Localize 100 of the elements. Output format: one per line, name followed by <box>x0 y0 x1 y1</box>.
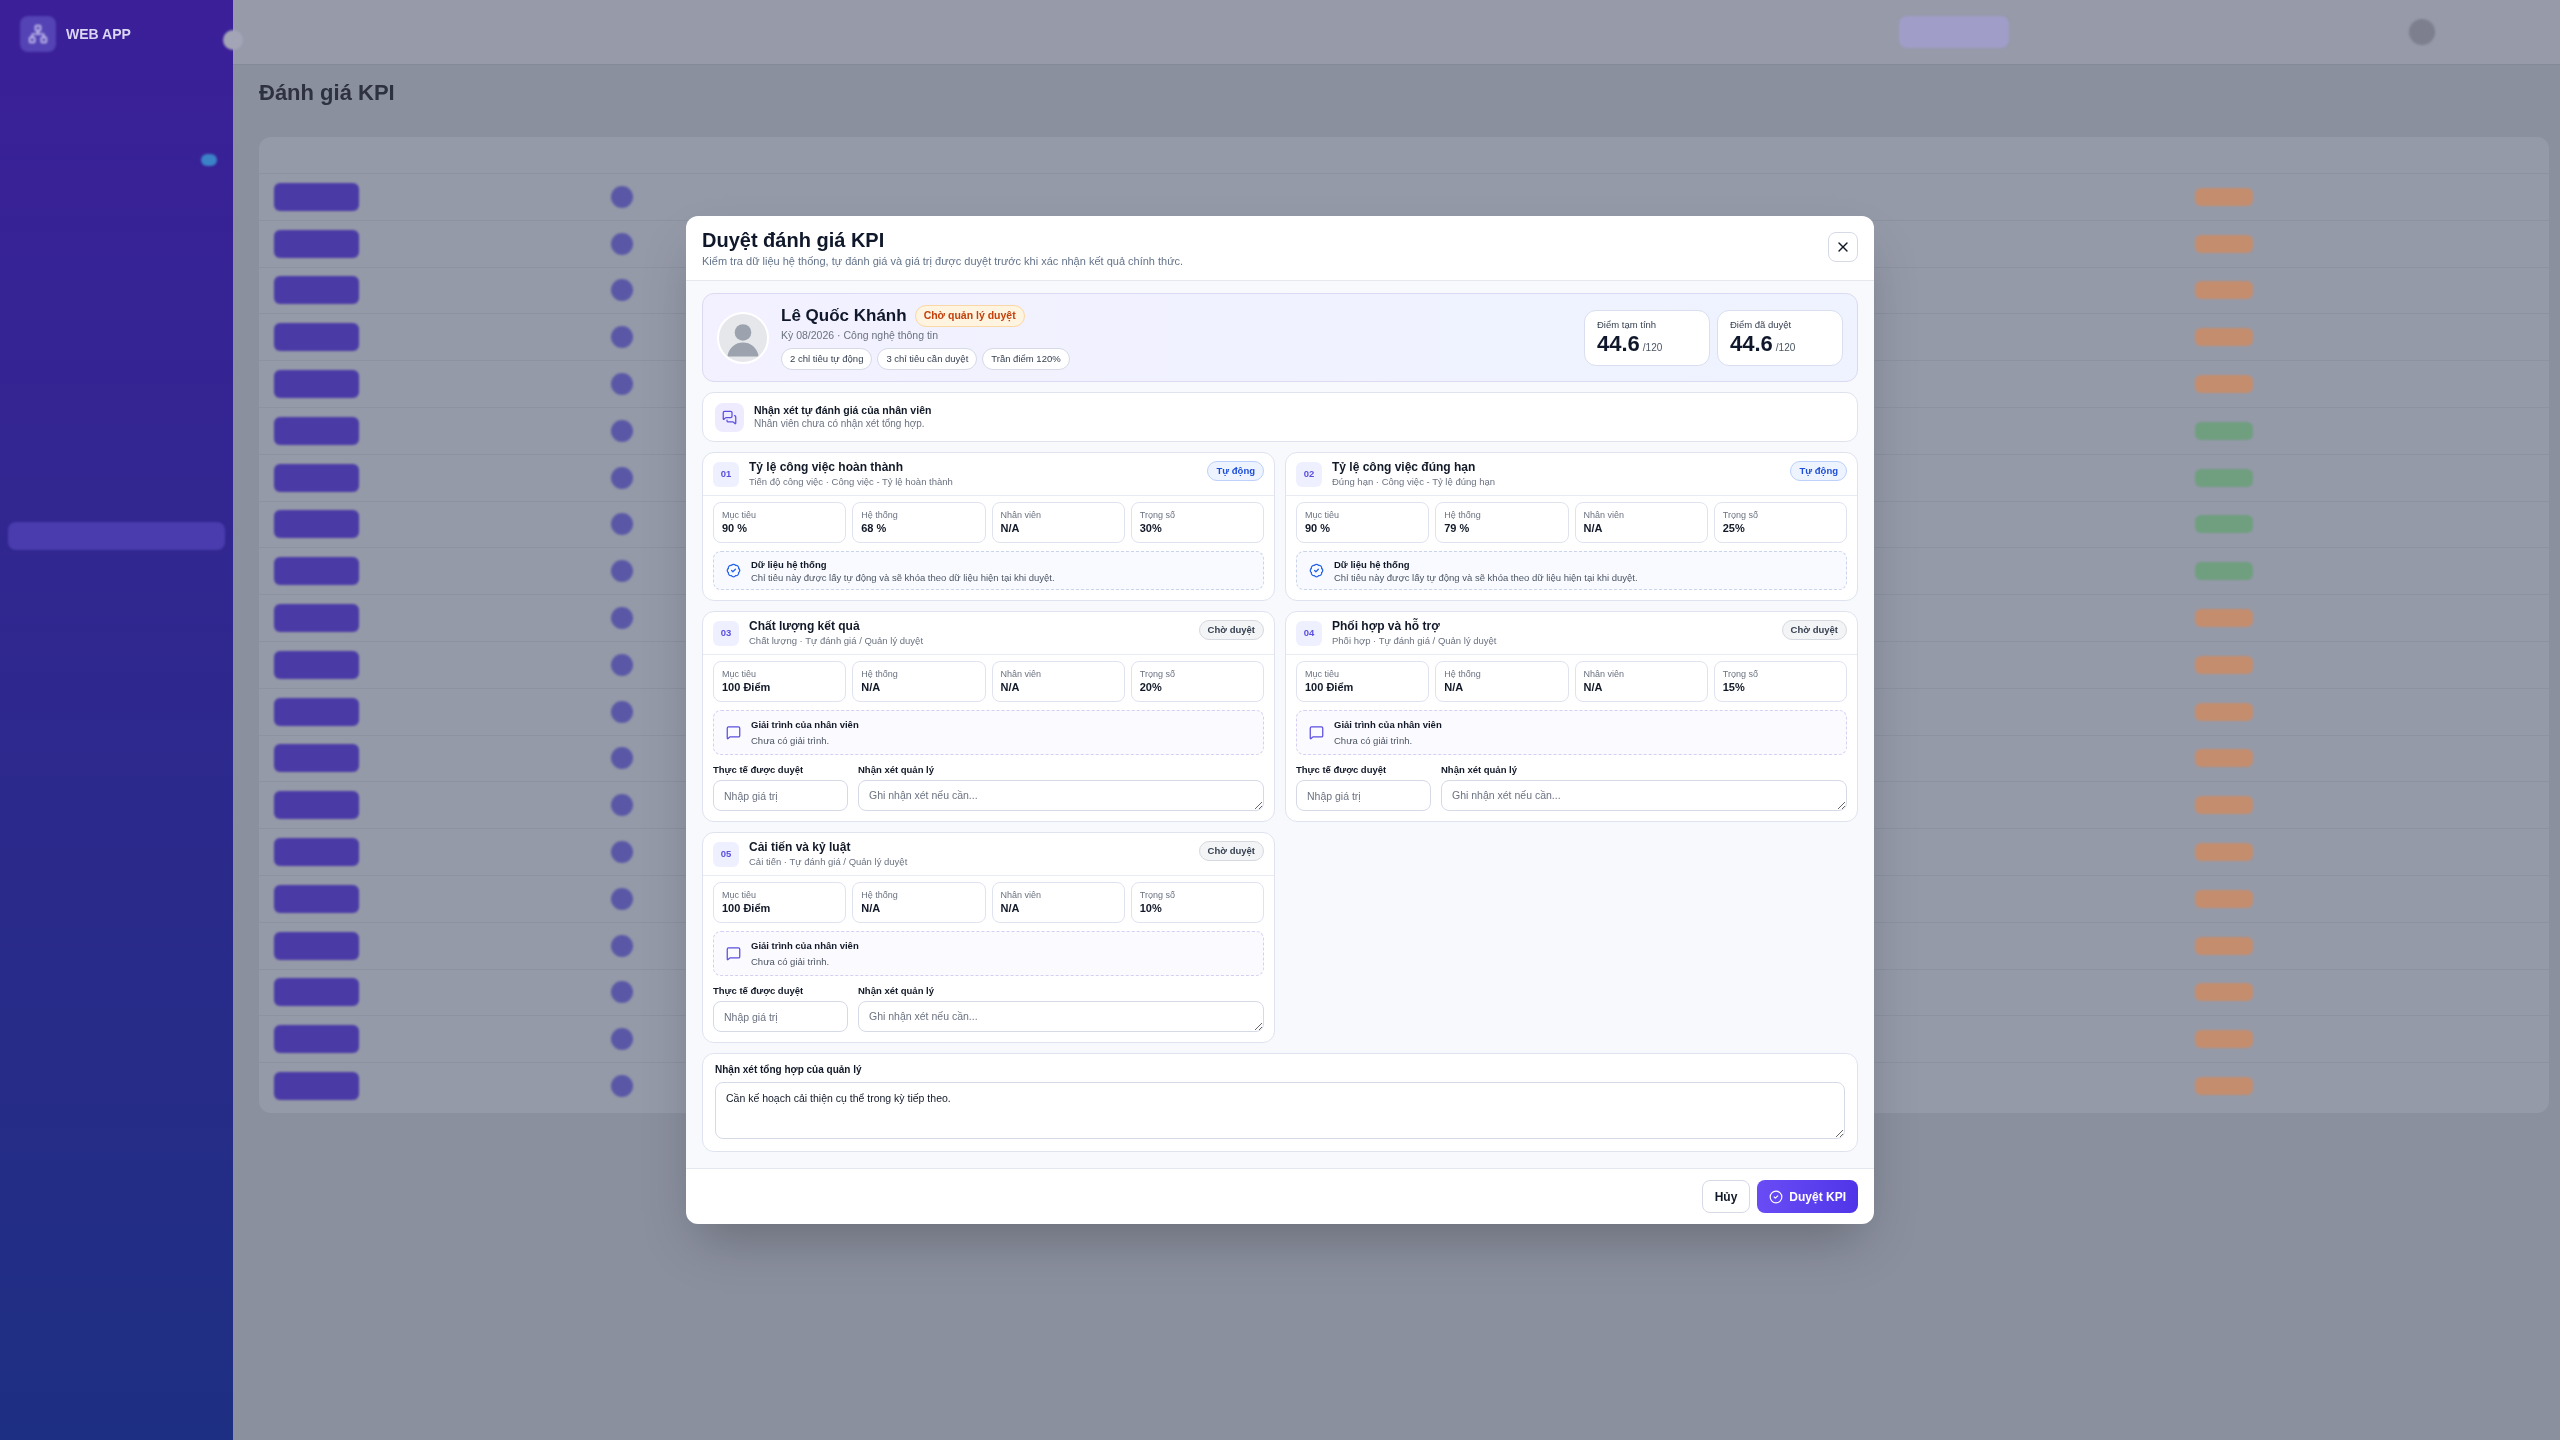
note-title: Giải trình của nhân viên <box>751 939 859 952</box>
row-action-button[interactable] <box>274 744 359 773</box>
kpi-source: Cải tiến · Tự đánh giá / Quản lý duyệt <box>749 855 909 868</box>
avatar-icon <box>611 887 633 910</box>
avatar-icon <box>611 560 633 583</box>
stat-value: N/A <box>1000 521 1021 536</box>
kpi-source: Phối hợp · Tự đánh giá / Quản lý duyệt <box>1332 634 1498 647</box>
manager-comment-field[interactable]: Ghi nhận xét nếu cần... <box>858 780 1264 811</box>
manager-comment-field[interactable]: Ghi nhận xét nếu cần... <box>858 1001 1264 1032</box>
approved-value-input[interactable]: Nhập giá trị <box>713 1001 848 1032</box>
stat-label: Trọng số <box>1722 668 1759 680</box>
stat-label: Hệ thống <box>1444 668 1482 680</box>
badge-check-icon <box>726 563 741 578</box>
stat-label: Mục tiêu <box>722 668 757 680</box>
row-action-button[interactable] <box>274 978 359 1007</box>
row-action-button[interactable] <box>274 276 359 305</box>
pending-badge: Chờ duyệt <box>1198 841 1264 862</box>
stat-value: N/A <box>1000 680 1021 695</box>
kpi-source: Tiến độ công việc · Công việc - Tỷ lệ hoàn thành <box>749 475 954 488</box>
active-nav-highlight[interactable] <box>8 522 225 550</box>
avatar-icon <box>611 1028 633 1051</box>
approve-button[interactable]: Duyệt KPI <box>1757 1180 1858 1213</box>
kpi-number: 02 <box>1296 461 1322 487</box>
row-action-button[interactable] <box>274 791 359 820</box>
row-action-button[interactable] <box>274 838 359 867</box>
row-action-button[interactable] <box>274 604 359 633</box>
close-button[interactable] <box>1828 232 1858 262</box>
avatar-icon <box>611 841 633 864</box>
logo-icon <box>20 16 56 52</box>
score-max: /120 <box>1775 341 1796 355</box>
field-label: Thực tế được duyệt <box>1296 763 1388 776</box>
avatar-icon <box>611 700 633 723</box>
row-action-button[interactable] <box>274 557 359 586</box>
row-action-button[interactable] <box>274 323 359 352</box>
avatar-icon <box>611 653 633 676</box>
dialog-title: Duyệt đánh giá KPI <box>702 228 886 252</box>
kpi-number: 01 <box>713 461 739 487</box>
stat-value: 79 % <box>1444 521 1471 536</box>
kpi-source: Chất lượng · Tự đánh giá / Quản lý duyệt <box>749 634 925 647</box>
row-action-button[interactable] <box>274 650 359 679</box>
stat-value: 10% <box>1139 901 1163 916</box>
dialog-subtitle: Kiểm tra dữ liệu hệ thống, tự đánh giá và giá trị được duyệt trước khi xác nhận kết quả chính thức. <box>702 254 1184 269</box>
summary-label: Nhận xét tổng hợp của quản lý <box>715 1063 863 1076</box>
approved-value-input[interactable]: Nhập giá trị <box>713 780 848 811</box>
row-action-button[interactable] <box>274 1025 359 1054</box>
cancel-button[interactable]: Hủy <box>1701 1180 1751 1213</box>
manager-comment-field[interactable]: Ghi nhận xét nếu cần... <box>1441 780 1847 811</box>
status-badge: Chờ quản lý duyệt <box>914 305 1025 327</box>
page-title: Đánh giá KPI <box>259 79 396 107</box>
row-action-button[interactable] <box>274 1072 359 1101</box>
stat-label: Nhân viên <box>1000 668 1043 680</box>
user-avatar[interactable] <box>2409 19 2435 45</box>
tag-chip: 2 chỉ tiêu tự động <box>781 347 873 371</box>
row-action-button[interactable] <box>274 510 359 539</box>
stat-value: N/A <box>861 901 882 916</box>
avatar-icon <box>611 466 633 489</box>
stat-label: Mục tiêu <box>1305 509 1340 521</box>
stat-value: 25% <box>1722 521 1746 536</box>
note-text: Chỉ tiêu này được lấy tự động và sẽ khóa theo dữ liệu hiện tại khi duyệt. <box>751 570 1055 584</box>
field-label: Thực tế được duyệt <box>713 763 805 776</box>
summary-field[interactable]: Cần kế hoạch cải thiện cụ thể trong kỳ tiếp theo. <box>715 1082 1845 1139</box>
score-value: 44.6 <box>1730 331 1773 357</box>
row-action-button[interactable] <box>274 463 359 492</box>
self-review-text: Nhân viên chưa có nhận xét tổng hợp. <box>754 417 926 431</box>
row-action-button[interactable] <box>274 931 359 960</box>
note-title: Dữ liệu hệ thống <box>1334 557 1411 571</box>
avatar-icon <box>611 513 633 536</box>
note-text: Chưa có giải trình. <box>751 734 831 747</box>
avatar-icon <box>611 185 633 208</box>
tag-chip: 3 chỉ tiêu cần duyệt <box>877 347 978 371</box>
message-icon <box>1309 725 1324 740</box>
avatar-icon <box>611 232 633 255</box>
avatar-icon <box>611 1075 633 1098</box>
row-action-button[interactable] <box>274 370 359 399</box>
row-action-button[interactable] <box>274 697 359 726</box>
stat-label: Nhân viên <box>1583 509 1626 521</box>
row-action-button[interactable] <box>274 182 359 211</box>
tag-chip: Trần điểm 120% <box>982 347 1070 371</box>
stat-label: Nhân viên <box>1000 509 1043 521</box>
approved-value-input[interactable]: Nhập giá trị <box>1296 780 1431 811</box>
note-text: Chưa có giải trình. <box>751 955 831 968</box>
stat-value: 68 % <box>861 521 888 536</box>
stat-label: Mục tiêu <box>722 889 757 901</box>
stat-label: Hệ thống <box>861 668 899 680</box>
kpi-title: Chất lượng kết quả <box>749 619 861 634</box>
pending-badge: Chờ duyệt <box>1781 620 1847 641</box>
score-value: 44.6 <box>1597 331 1640 357</box>
stat-label: Hệ thống <box>861 509 899 521</box>
field-label: Nhận xét quản lý <box>1441 763 1518 776</box>
avatar-icon <box>611 419 633 442</box>
avatar-icon <box>611 794 633 817</box>
self-review-title: Nhận xét tự đánh giá của nhân viên <box>754 403 932 417</box>
collapse-toggle[interactable] <box>223 30 243 50</box>
row-action-button[interactable] <box>274 229 359 258</box>
stat-value: 20% <box>1139 680 1163 695</box>
auto-badge: Tự động <box>1790 461 1847 482</box>
stat-label: Nhân viên <box>1583 668 1626 680</box>
app-name: WEB APP <box>66 24 131 44</box>
row-action-button[interactable] <box>274 416 359 445</box>
row-action-button[interactable] <box>274 884 359 913</box>
